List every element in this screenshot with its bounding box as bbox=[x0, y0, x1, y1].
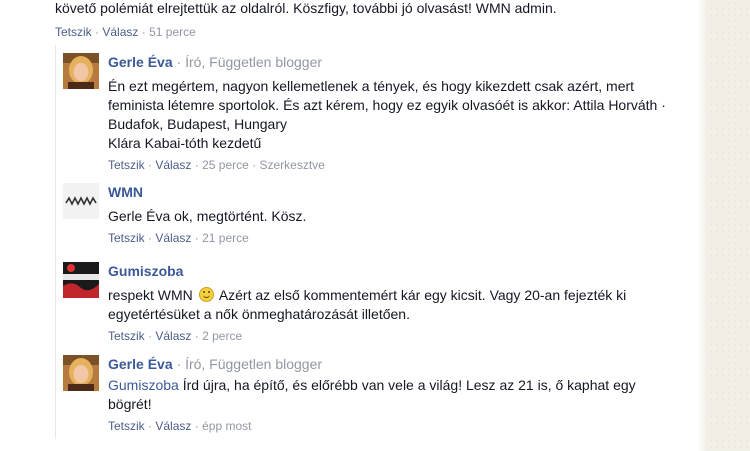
comment-timestamp[interactable]: épp most bbox=[202, 419, 251, 433]
author-title: Író, Független blogger bbox=[185, 356, 323, 372]
reply-link[interactable]: Válasz bbox=[155, 158, 191, 172]
reply-thread-line bbox=[55, 45, 56, 439]
parent-comment-text: követő polémiát elrejtettük az oldalról.… bbox=[55, 0, 557, 16]
comment-actions: Tetszik · Válasz · 21 perce bbox=[108, 231, 249, 245]
comment-author[interactable]: Gumiszoba bbox=[108, 263, 183, 279]
avatar[interactable] bbox=[63, 53, 99, 89]
avatar[interactable] bbox=[63, 183, 99, 219]
comment-text-line: egyetértésüket a nők önmeghatározását il… bbox=[108, 306, 410, 322]
like-link[interactable]: Tetszik bbox=[108, 329, 145, 343]
comment-author[interactable]: WMN bbox=[108, 184, 143, 200]
reply-link[interactable]: Válasz bbox=[155, 231, 191, 245]
mention-link[interactable]: Gumiszoba bbox=[108, 377, 179, 393]
like-link[interactable]: Tetszik bbox=[108, 231, 145, 245]
like-link[interactable]: Tetszik bbox=[55, 25, 92, 39]
parent-comment-actions: Tetszik · Válasz · 51 perce bbox=[55, 25, 196, 39]
comment-text-line: feminista létemre sportolok. És azt kére… bbox=[108, 97, 666, 113]
like-link[interactable]: Tetszik bbox=[108, 419, 145, 433]
page-background-pattern bbox=[708, 0, 750, 451]
comment-timestamp[interactable]: 21 perce bbox=[202, 231, 249, 245]
edited-label[interactable]: Szerkesztve bbox=[259, 158, 324, 172]
avatar[interactable] bbox=[63, 355, 99, 391]
comment-actions: Tetszik · Válasz · épp most bbox=[108, 419, 252, 433]
comment-text-line: Klára Kabai-tóth kezdetű bbox=[108, 135, 262, 151]
comment-text: respekt WMN Azért az első kommentemért k… bbox=[108, 286, 683, 324]
comment-text: Én ezt megértem, nagyon kellemetlenek a … bbox=[108, 77, 683, 153]
author-title: Író, Független blogger bbox=[185, 54, 323, 70]
comment-author[interactable]: Gerle Éva bbox=[108, 356, 173, 372]
comment-text-line: bögrét! bbox=[108, 396, 152, 412]
comment-text: Gerle Éva ok, megtörtént. Kösz. bbox=[108, 208, 307, 224]
smiley-icon bbox=[198, 287, 214, 302]
comment-text-line: Budafok, Budapest, Hungary bbox=[108, 116, 288, 132]
comment-text-line: Én ezt megértem, nagyon kellemetlenek a … bbox=[108, 78, 635, 94]
comment-text-rest: Azért az első kommentemért kár egy kicsi… bbox=[218, 287, 627, 303]
comment-timestamp[interactable]: 25 perce bbox=[202, 158, 249, 172]
comment-timestamp[interactable]: 51 perce bbox=[149, 25, 196, 39]
right-border bbox=[697, 0, 708, 451]
comment-text-rest: Írd újra, ha építő, és előrébb van vele … bbox=[182, 377, 636, 393]
comment-timestamp[interactable]: 2 perce bbox=[202, 329, 242, 343]
comment-actions: Tetszik · Válasz · 25 perce · Szerkesztv… bbox=[108, 158, 325, 172]
reply-link[interactable]: Válasz bbox=[155, 329, 191, 343]
avatar[interactable] bbox=[63, 262, 99, 298]
reply-link[interactable]: Válasz bbox=[102, 25, 138, 39]
comment-text-start: respekt WMN bbox=[108, 287, 193, 303]
comment-text: Gumiszoba Írd újra, ha építő, és előrébb… bbox=[108, 376, 683, 414]
like-link[interactable]: Tetszik bbox=[108, 158, 145, 172]
reply-link[interactable]: Válasz bbox=[155, 419, 191, 433]
comment-actions: Tetszik · Válasz · 2 perce bbox=[108, 329, 243, 343]
comment-author[interactable]: Gerle Éva bbox=[108, 54, 173, 70]
